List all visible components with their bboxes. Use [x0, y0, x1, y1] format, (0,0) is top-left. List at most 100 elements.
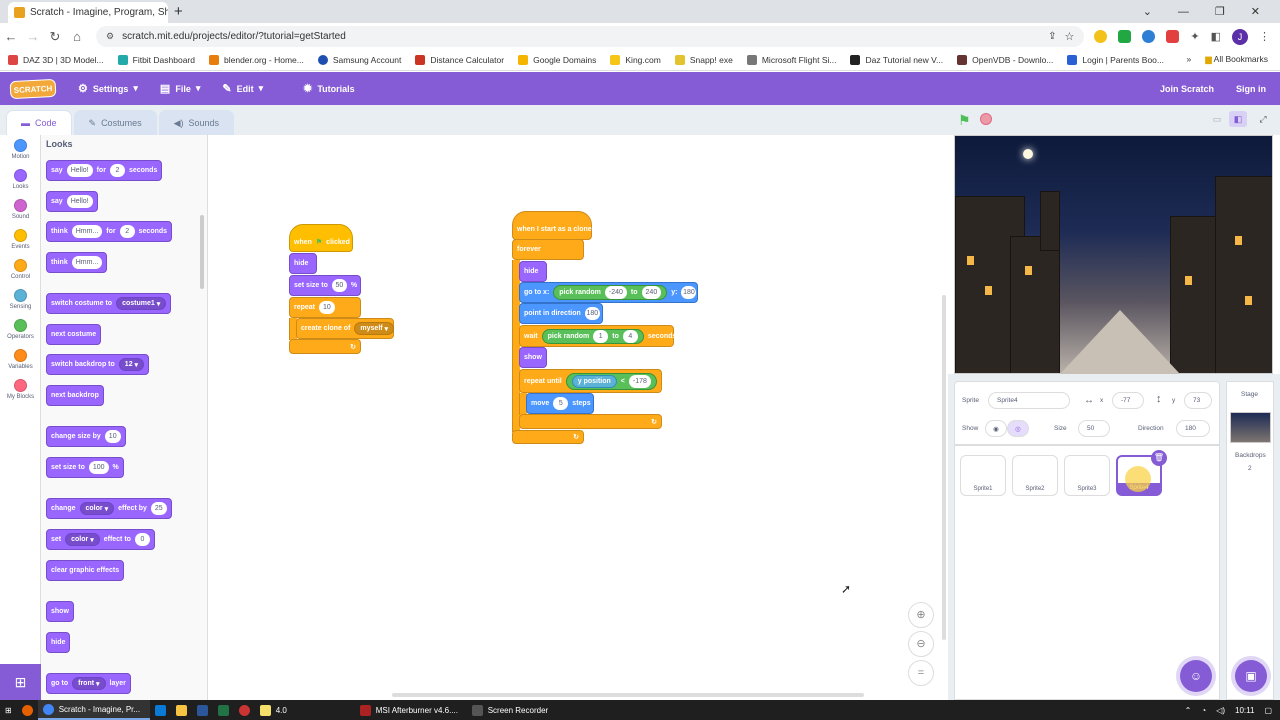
- more-bookmarks-icon[interactable]: »: [1186, 54, 1191, 65]
- extension-icon[interactable]: [1166, 30, 1180, 43]
- sidepanel-icon[interactable]: ◧: [1211, 30, 1221, 43]
- change-effect-block[interactable]: change color ▾ effect by 25: [46, 498, 172, 519]
- tab-search-icon[interactable]: ⌄: [1143, 5, 1152, 18]
- bookmark-item[interactable]: Fitbit Dashboard: [117, 55, 195, 65]
- home-icon[interactable]: ⌂: [66, 29, 88, 44]
- close-window-icon[interactable]: ✕: [1251, 5, 1260, 18]
- category-operators[interactable]: Operators: [0, 319, 41, 340]
- hide-block[interactable]: hide: [46, 632, 71, 653]
- repeat-block[interactable]: repeat 10: [289, 297, 361, 318]
- start-button[interactable]: ⊞: [0, 700, 17, 720]
- stage-thumbnail[interactable]: [1230, 412, 1271, 443]
- palette-scrollbar[interactable]: [200, 215, 204, 289]
- scratch-logo[interactable]: SCRATCH: [9, 78, 57, 99]
- clock[interactable]: 10:11: [1235, 706, 1254, 715]
- bookmark-item[interactable]: Login | Parents Boo...: [1067, 55, 1164, 65]
- profile-avatar[interactable]: J: [1232, 28, 1248, 45]
- sprite-name-input[interactable]: Sprite4: [988, 392, 1070, 409]
- extension-check-icon[interactable]: [1118, 30, 1132, 43]
- zoom-out-button[interactable]: ⊖: [908, 631, 934, 657]
- sprite-thumbnail-sprite3[interactable]: Sprite3: [1064, 455, 1110, 496]
- category-control[interactable]: Control: [0, 259, 41, 280]
- say-block[interactable]: say Hello!: [46, 191, 98, 212]
- when-flag-clicked-hat[interactable]: when ⚑ clicked: [289, 224, 353, 252]
- extension-icon[interactable]: [1094, 30, 1108, 43]
- bookmark-item[interactable]: OpenVDB - Downlo...: [957, 55, 1053, 65]
- repeat-until-block[interactable]: repeat until y position < -178: [519, 369, 662, 393]
- next-backdrop-block[interactable]: next backdrop: [46, 385, 104, 406]
- clear-effects-block[interactable]: clear graphic effects: [46, 560, 125, 581]
- taskbar-app[interactable]: [234, 700, 255, 720]
- menu-kebab-icon[interactable]: ⋮: [1259, 30, 1270, 43]
- think-block[interactable]: think Hmm...: [46, 252, 108, 273]
- volume-icon[interactable]: ◁): [1216, 706, 1225, 715]
- wait-block[interactable]: wait pick random 1 to 4 seconds: [519, 325, 676, 347]
- category-events[interactable]: Events: [0, 229, 41, 250]
- taskbar-app[interactable]: [171, 700, 192, 720]
- size-input[interactable]: 50: [1078, 420, 1110, 437]
- small-stage-button[interactable]: ▭: [1208, 111, 1226, 127]
- category-motion[interactable]: Motion: [0, 139, 41, 160]
- green-flag-button[interactable]: ⚑: [958, 112, 971, 129]
- settings-menu[interactable]: ⚙ Settings ▾: [78, 82, 138, 95]
- share-icon[interactable]: ⇪: [1048, 31, 1056, 42]
- bookmark-star-icon[interactable]: ☆: [1065, 30, 1075, 43]
- extension-icon[interactable]: [1142, 30, 1156, 43]
- fullscreen-button[interactable]: ⤢: [1254, 111, 1272, 127]
- join-scratch-link[interactable]: Join Scratch: [1160, 84, 1214, 94]
- category-sound[interactable]: Sound: [0, 199, 41, 220]
- puzzle-icon[interactable]: ✦: [1190, 30, 1199, 43]
- zoom-in-button[interactable]: ⊕: [908, 602, 934, 628]
- choose-sprite-button[interactable]: ☺: [1180, 660, 1212, 692]
- tab-costumes[interactable]: ✎ Costumes: [73, 110, 157, 135]
- set-size-block[interactable]: set size to 100%: [46, 457, 124, 478]
- notifications-icon[interactable]: ▢: [1264, 706, 1272, 715]
- bookmark-item[interactable]: Distance Calculator: [415, 55, 504, 65]
- edit-menu[interactable]: ✎ Edit ▾: [222, 82, 263, 95]
- y-input[interactable]: 73: [1184, 392, 1212, 409]
- tray-overflow-icon[interactable]: ⌃: [1185, 706, 1192, 715]
- switch-backdrop-block[interactable]: switch backdrop to 12 ▾: [46, 354, 150, 375]
- taskbar-app[interactable]: [192, 700, 213, 720]
- taskbar-notes-window[interactable]: 4.0: [255, 700, 355, 720]
- hide-block-script[interactable]: hide: [289, 253, 317, 274]
- say-for-seconds-block[interactable]: say Hello! for 2 seconds: [46, 160, 163, 181]
- bookmark-item[interactable]: Google Domains: [518, 55, 596, 65]
- taskbar-app[interactable]: [150, 700, 171, 720]
- think-for-seconds-block[interactable]: think Hmm... for 2 seconds: [46, 221, 173, 242]
- forever-block[interactable]: forever: [512, 239, 584, 260]
- show-hidden-toggle[interactable]: ◎: [1007, 420, 1029, 437]
- workspace-vertical-scrollbar[interactable]: [942, 295, 946, 640]
- restore-icon[interactable]: ❐: [1215, 5, 1225, 18]
- bookmark-item[interactable]: DAZ 3D | 3D Model...: [8, 55, 104, 65]
- taskbar-afterburner-window[interactable]: MSI Afterburner v4.6....: [355, 700, 467, 720]
- category-sensing[interactable]: Sensing: [0, 289, 41, 310]
- normal-stage-button[interactable]: ◧: [1229, 111, 1247, 127]
- minimize-icon[interactable]: —: [1178, 6, 1189, 18]
- category-my-blocks[interactable]: My Blocks: [0, 379, 41, 400]
- direction-input[interactable]: 180: [1176, 420, 1210, 437]
- hide-block-clone[interactable]: hide: [519, 261, 547, 282]
- choose-backdrop-button[interactable]: ▣: [1235, 660, 1267, 692]
- show-block-clone[interactable]: show: [519, 347, 547, 368]
- category-variables[interactable]: Variables: [0, 349, 41, 370]
- add-extension-button[interactable]: ⊞: [0, 664, 41, 700]
- taskbar-chrome-window[interactable]: Scratch - Imagine, Pr...: [37, 700, 150, 720]
- tab-sounds[interactable]: ◀) Sounds: [158, 110, 235, 135]
- show-block[interactable]: show: [46, 601, 74, 622]
- browser-tab[interactable]: Scratch - Imagine, Program, Sh ✕: [8, 2, 168, 23]
- new-tab-button[interactable]: +: [174, 3, 183, 20]
- tab-code[interactable]: ▬ Code: [6, 110, 72, 135]
- tutorials-menu[interactable]: ✹ Tutorials: [303, 82, 355, 95]
- sprite-thumbnail-sprite2[interactable]: Sprite2: [1012, 455, 1058, 496]
- sprite-thumbnail-sprite1[interactable]: Sprite1: [960, 455, 1006, 496]
- delete-sprite-button[interactable]: 🗑: [1151, 450, 1167, 466]
- bookmark-item[interactable]: blender.org - Home...: [209, 55, 304, 65]
- file-menu[interactable]: ▤ File ▾: [160, 82, 200, 95]
- site-info-icon[interactable]: ⚙: [106, 31, 114, 42]
- all-bookmarks-button[interactable]: ▆ All Bookmarks: [1205, 54, 1268, 65]
- stop-button[interactable]: [980, 113, 992, 125]
- switch-costume-block[interactable]: switch costume to costume1 ▾: [46, 293, 172, 314]
- workspace-horizontal-scrollbar[interactable]: [392, 693, 864, 697]
- reload-icon[interactable]: ↻: [44, 29, 66, 45]
